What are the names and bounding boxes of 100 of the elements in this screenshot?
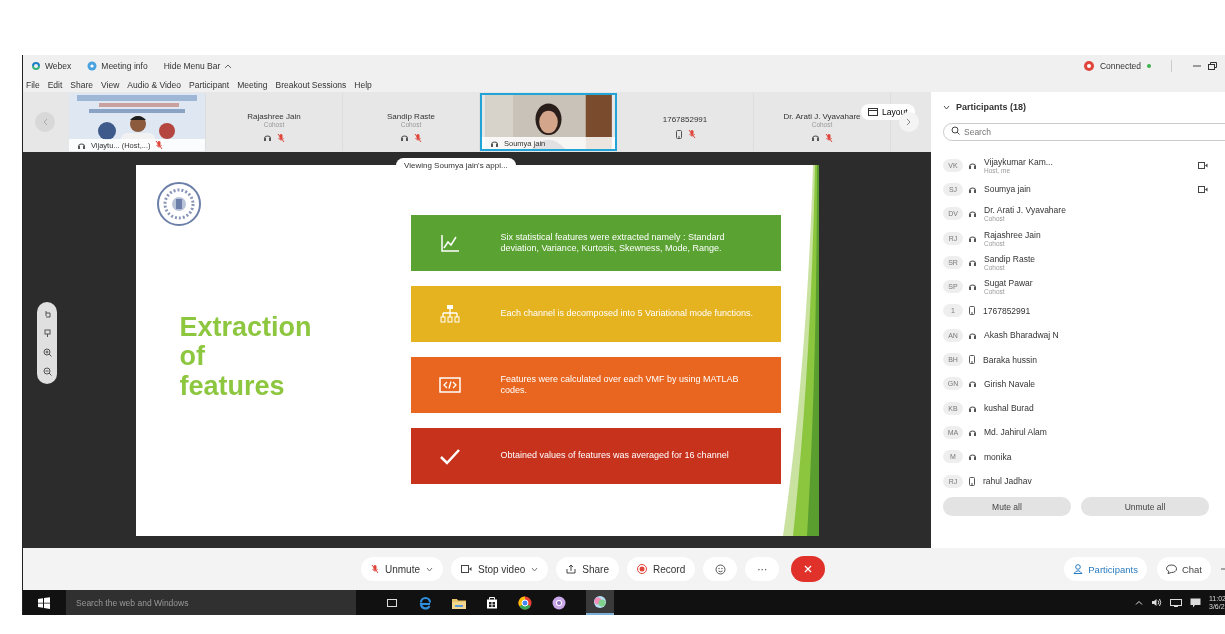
stop-video-button[interactable]: Stop video (451, 557, 549, 581)
slide-title: Extraction of features (179, 312, 312, 402)
hide-menu-bar-link[interactable]: Hide Menu Bar (163, 61, 221, 71)
participant-name: Rajashree Jain (984, 229, 1042, 240)
participant-name: Baraka hussin (983, 354, 1038, 365)
more-button[interactable]: ··· (745, 557, 780, 581)
muted-mic-icon (687, 129, 696, 139)
headset-icon (968, 452, 977, 462)
menu-item[interactable]: File (26, 79, 40, 90)
muted-mic-icon (277, 132, 285, 143)
participants-tab[interactable]: Participants (1064, 557, 1147, 581)
zoom-in-icon[interactable] (42, 348, 52, 357)
chat-bubble-icon (1165, 564, 1177, 574)
windows-logo-icon[interactable] (38, 596, 50, 609)
e-browser-icon[interactable] (418, 595, 432, 610)
participant-name: Sandip Raste (387, 111, 435, 121)
headset-icon (968, 160, 977, 170)
record-button[interactable]: Record (626, 557, 696, 581)
headset-icon (968, 209, 977, 219)
speaker-icon[interactable] (1151, 598, 1162, 607)
phone-icon (968, 355, 976, 364)
mute-all-button[interactable]: Mute all (943, 497, 1071, 517)
person-icon (1073, 564, 1084, 574)
headset-icon (77, 140, 86, 150)
chevron-left-icon (42, 118, 48, 126)
headset-icon (968, 330, 977, 340)
status-dot-icon (1147, 64, 1151, 68)
headset-icon (968, 184, 977, 194)
camera-icon (461, 565, 472, 573)
headset-icon (968, 282, 977, 292)
meeting-info-link[interactable]: Meeting info (101, 61, 148, 71)
reactions-button[interactable] (703, 557, 738, 581)
menu-item[interactable]: Share (70, 79, 94, 90)
task-view-icon[interactable] (386, 597, 398, 608)
muted-mic-icon (825, 132, 833, 143)
phone-icon (674, 129, 683, 139)
chevron-right-icon (906, 118, 912, 126)
chat-tab[interactable]: Chat (1156, 557, 1211, 581)
smiley-icon (714, 563, 726, 575)
search-field[interactable]: Search (943, 123, 1225, 141)
participant-name: kushal Burad (984, 403, 1035, 414)
feature-text: Features were calculated over each VMF by using MATLAB codes. (500, 374, 740, 395)
network-icon[interactable] (1170, 598, 1182, 607)
participant-name: Sugat Pawar (984, 278, 1034, 289)
participant-name: Akash Bharadwaj N (984, 330, 1060, 341)
unmute-all-button[interactable]: Unmute all (1081, 497, 1209, 517)
store-icon[interactable] (486, 596, 498, 609)
headset-icon (400, 133, 409, 142)
menu-item[interactable]: Meeting (237, 79, 268, 90)
ring-browser-icon[interactable] (552, 595, 566, 610)
connection-status: Connected (1099, 61, 1141, 71)
headset-icon (263, 133, 272, 142)
share-button[interactable]: Share (556, 557, 619, 581)
headset-icon (968, 257, 977, 267)
menu-item[interactable]: Help (354, 79, 372, 90)
end-call-button[interactable] (791, 556, 826, 582)
search-field[interactable]: Search the web and Windows (66, 590, 356, 615)
caret-icon (426, 566, 433, 572)
video-tile[interactable]: 1767852991 (617, 93, 754, 151)
participant-name: Dr. Arati J. Vyavahare (783, 111, 861, 121)
headset-icon (811, 133, 820, 142)
caret-icon (531, 566, 539, 572)
chevron-down-icon[interactable] (943, 104, 950, 110)
pin-icon[interactable] (42, 329, 52, 338)
participant-name: Dr. Arati J. Vyavahare (984, 205, 1067, 216)
record-icon (636, 564, 647, 574)
app-logo-icon (31, 61, 41, 71)
participant-name: Md. Jahirul Alam (984, 427, 1048, 438)
panel-title: Participants (18) (956, 102, 1027, 112)
headset-icon (968, 379, 977, 389)
participant-name: monika (984, 451, 1013, 462)
headset-icon (968, 233, 977, 243)
participant-name: 1767852991 (983, 305, 1032, 316)
headset-icon (968, 403, 977, 413)
notification-icon[interactable] (1190, 597, 1201, 608)
folder-icon[interactable] (452, 596, 466, 609)
headset-icon (490, 138, 499, 148)
chat-app-icon[interactable] (593, 594, 607, 609)
participant-name: Rajashree Jain (247, 111, 301, 121)
menu-item[interactable]: Participant (189, 79, 230, 90)
participant-name: Soumya jain (984, 184, 1032, 195)
zoom-out-icon[interactable] (42, 367, 52, 376)
ring-browser-icon[interactable] (518, 595, 532, 610)
feature-text: Obtained values of features was averaged for 16 channel (500, 450, 729, 461)
unmute-button[interactable]: Unmute (361, 557, 443, 581)
share-icon (566, 564, 577, 574)
record-icon (1083, 61, 1094, 71)
chevron-up-icon[interactable] (224, 63, 233, 69)
muted-mic-icon (371, 564, 379, 574)
restore-icon[interactable] (1208, 62, 1217, 70)
search-icon (951, 126, 960, 135)
layout-icon (868, 108, 878, 116)
menu-item[interactable]: Edit (47, 79, 63, 90)
menu-item[interactable]: Breakout Sessions (275, 79, 347, 90)
app-name[interactable]: Webex (45, 61, 72, 71)
muted-mic-icon (155, 140, 164, 150)
participant-name: 1767852991 (662, 115, 708, 124)
menu-item[interactable]: View (101, 79, 120, 90)
menu-item[interactable]: Audio & Video (127, 79, 182, 90)
close-icon (804, 565, 813, 573)
